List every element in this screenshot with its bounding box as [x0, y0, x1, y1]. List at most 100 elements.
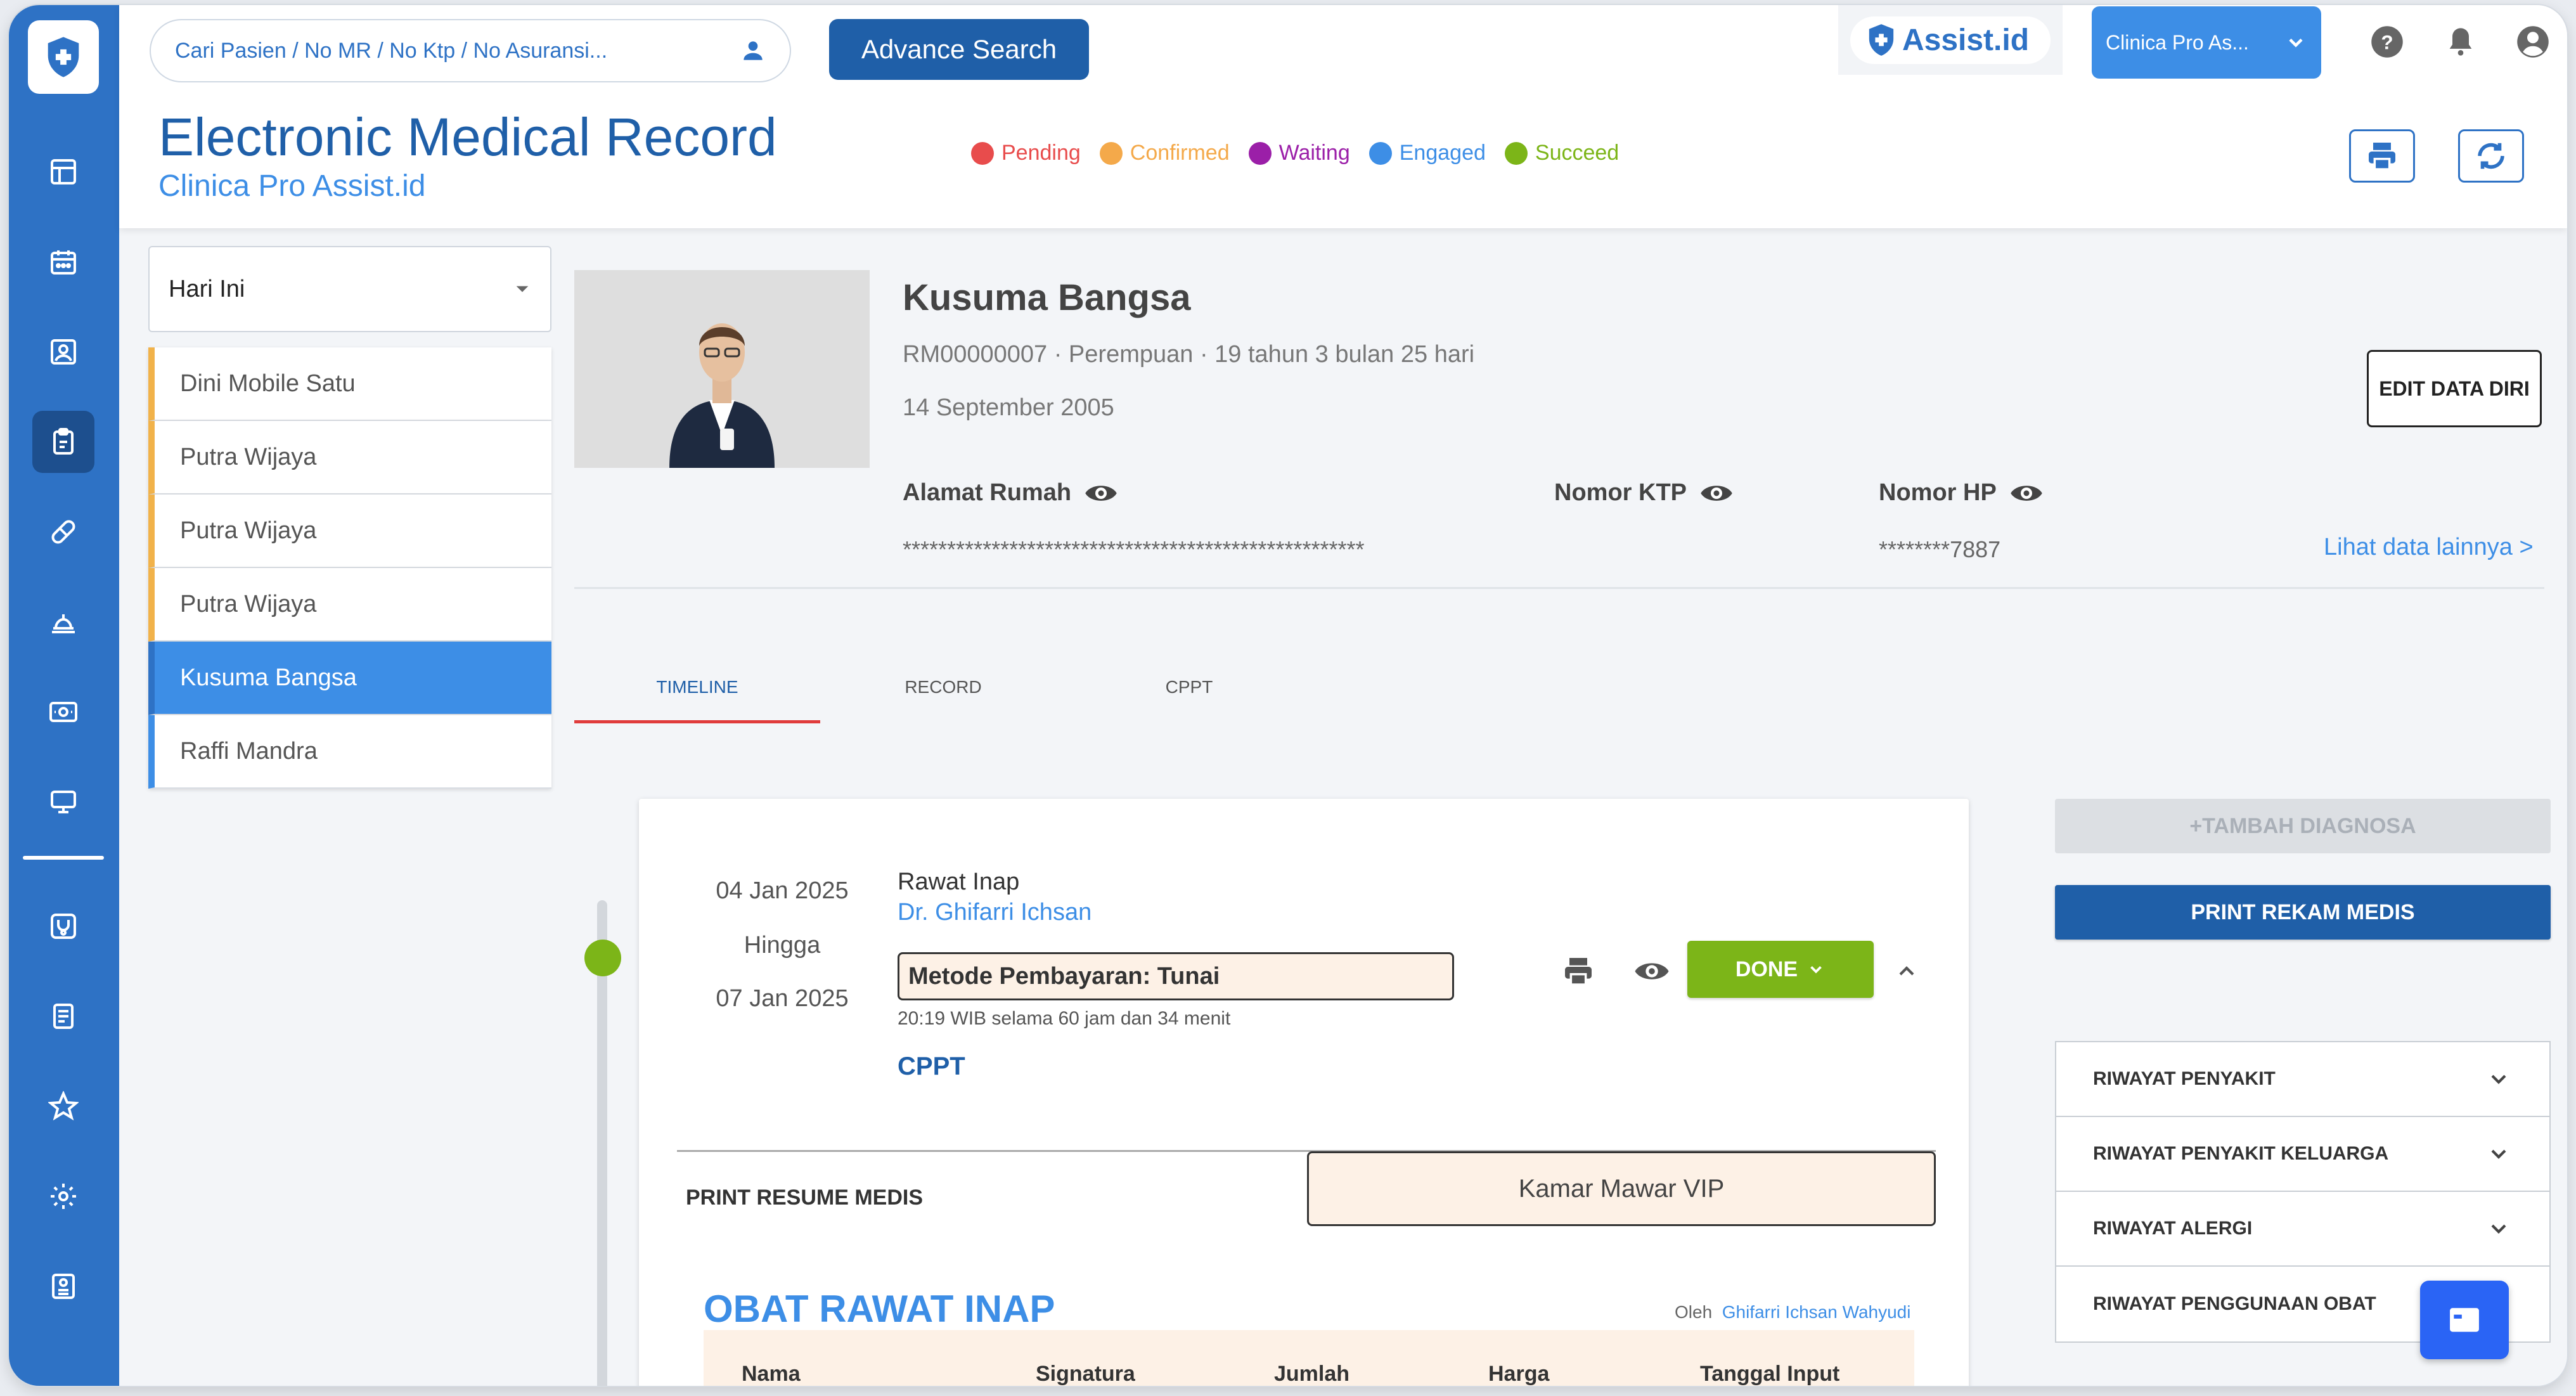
- brand-area: Assist.id: [1838, 5, 2063, 75]
- hp-label: Nomor HP: [1879, 479, 2044, 507]
- patient-name: Kusuma Bangsa: [903, 277, 1191, 318]
- app-window: Advance Search Assist.id Clinica Pro As.…: [9, 5, 2567, 1386]
- sidebar-item-calendar[interactable]: [32, 231, 94, 293]
- status-dot: [1504, 141, 1528, 165]
- legend-succeed: Succeed: [1504, 141, 1619, 165]
- chat-fab-button[interactable]: [2420, 1281, 2509, 1359]
- collapse-button[interactable]: [1888, 952, 1926, 990]
- clipboard-icon: [53, 428, 74, 455]
- user-card-icon: [51, 339, 76, 365]
- chevron-down-icon: [2491, 1149, 2506, 1159]
- sidebar-item-settings[interactable]: [32, 1165, 94, 1227]
- sidebar-item-favorites[interactable]: [32, 1075, 94, 1137]
- sidebar: [9, 5, 119, 1386]
- tab-record[interactable]: RECORD: [820, 677, 1066, 697]
- list-item[interactable]: Dini Mobile Satu: [148, 347, 551, 421]
- visit-print-button[interactable]: [1559, 952, 1597, 990]
- address-label: Alamat Rumah: [903, 479, 1118, 507]
- status-done-button[interactable]: DONE: [1687, 941, 1874, 998]
- sidebar-item-profile-card[interactable]: [32, 1255, 94, 1317]
- stethoscope-icon: [51, 914, 76, 939]
- svg-text:?: ?: [2381, 30, 2393, 53]
- shield-logo-icon: [1869, 24, 1894, 56]
- list-item[interactable]: Raffi Mandra: [148, 715, 551, 789]
- status-dot: [1248, 141, 1272, 165]
- sidebar-item-patients[interactable]: [32, 321, 94, 383]
- visit-view-button[interactable]: [1633, 952, 1671, 990]
- eye-icon: [1635, 963, 1669, 979]
- print-medical-record-button[interactable]: PRINT REKAM MEDIS: [2055, 885, 2551, 940]
- edit-profile-button[interactable]: EDIT DATA DIRI: [2367, 350, 2542, 427]
- column-header: Jumlah: [1274, 1362, 1350, 1386]
- search-input[interactable]: [175, 38, 739, 63]
- eye-icon[interactable]: [2009, 481, 2044, 506]
- visit-doctor[interactable]: Dr. Ghifarri Ichsan: [898, 899, 1092, 926]
- list-item[interactable]: Putra Wijaya: [148, 568, 551, 642]
- room-box: Kamar Mawar VIP: [1307, 1151, 1936, 1226]
- clinic-selector[interactable]: Clinica Pro As...: [2092, 6, 2321, 79]
- notifications-button[interactable]: [2443, 24, 2478, 60]
- sidebar-item-reports[interactable]: [32, 985, 94, 1047]
- column-header: Tanggal Input: [1700, 1362, 1840, 1386]
- print-resume-button[interactable]: PRINT RESUME MEDIS: [686, 1186, 923, 1210]
- legend-pending: Pending: [971, 141, 1081, 165]
- chevron-down-icon: [2491, 1075, 2506, 1084]
- column-header: Nama: [742, 1362, 801, 1386]
- legend-confirmed: Confirmed: [1099, 141, 1230, 165]
- bell-icon: [2449, 28, 2472, 56]
- sidebar-item-dashboard[interactable]: [32, 141, 94, 203]
- gear-icon: [51, 1184, 76, 1209]
- date-filter-select[interactable]: Hari Ini: [148, 246, 551, 332]
- add-diagnosis-button[interactable]: +TAMBAH DIAGNOSA: [2055, 799, 2551, 853]
- eye-icon[interactable]: [1084, 481, 1118, 506]
- user-icon[interactable]: [739, 37, 767, 65]
- app-logo[interactable]: [28, 20, 99, 94]
- sidebar-item-pharmacy[interactable]: [32, 501, 94, 563]
- view-more-link[interactable]: Lihat data lainnya >: [2324, 534, 2534, 561]
- layout-icon: [51, 159, 76, 184]
- account-button[interactable]: [2515, 24, 2551, 60]
- ktp-label: Nomor KTP: [1554, 479, 1734, 507]
- sidebar-item-medical-record[interactable]: [32, 411, 94, 473]
- help-button[interactable]: ?: [2369, 24, 2405, 60]
- patient-photo: [574, 270, 870, 468]
- list-item-selected[interactable]: Kusuma Bangsa: [148, 642, 551, 715]
- tab-timeline[interactable]: TIMELINE: [574, 677, 820, 697]
- patient-search[interactable]: [150, 19, 791, 82]
- chevron-down-icon: [1810, 966, 1822, 974]
- patient-meta: RM00000007 · Perempuan · 19 tahun 3 bula…: [903, 341, 1475, 368]
- page-title: Electronic Medical Record: [158, 107, 777, 167]
- medication-section-title: OBAT RAWAT INAP: [704, 1288, 1055, 1330]
- sidebar-item-display[interactable]: [32, 771, 94, 833]
- brand-name: Assist.id: [1902, 23, 2030, 57]
- visit-start-date: 04 Jan 2025: [716, 877, 849, 904]
- shield-logo-icon: [48, 37, 79, 77]
- list-item[interactable]: Putra Wijaya: [148, 494, 551, 568]
- timeline-status-dot: [584, 940, 621, 976]
- status-dot: [1368, 141, 1392, 165]
- patient-dob: 14 September 2005: [903, 394, 1114, 421]
- accordion-item-allergy-history[interactable]: RIWAYAT ALERGI: [2056, 1192, 2549, 1267]
- status-legend: Pending Confirmed Waiting Engaged Succee…: [971, 141, 1619, 165]
- accordion-item-family-history[interactable]: RIWAYAT PENYAKIT KELUARGA: [2056, 1117, 2549, 1192]
- list-item[interactable]: Putra Wijaya: [148, 421, 551, 494]
- eye-icon[interactable]: [1699, 481, 1734, 506]
- sidebar-item-inpatient[interactable]: [32, 591, 94, 653]
- cppt-link[interactable]: CPPT: [898, 1052, 965, 1081]
- cash-icon: [49, 702, 77, 722]
- sidebar-item-billing[interactable]: [32, 681, 94, 743]
- accordion-item-disease-history[interactable]: RIWAYAT PENYAKIT: [2056, 1042, 2549, 1117]
- help-icon: ?: [2371, 26, 2403, 58]
- visit-type: Rawat Inap: [898, 869, 1020, 895]
- bell-service-icon: [52, 614, 75, 633]
- status-label: DONE: [1735, 957, 1798, 981]
- clinic-selected-label: Clinica Pro As...: [2106, 30, 2249, 54]
- refresh-button[interactable]: [2458, 129, 2524, 183]
- calendar-icon: [51, 250, 76, 275]
- sidebar-item-doctor[interactable]: [32, 895, 94, 957]
- tab-cppt[interactable]: CPPT: [1066, 677, 1312, 697]
- sidebar-divider: [23, 856, 104, 860]
- print-button[interactable]: [2349, 129, 2415, 183]
- advance-search-button[interactable]: Advance Search: [829, 19, 1089, 80]
- payment-method-box: Metode Pembayaran: Tunai: [898, 952, 1454, 1000]
